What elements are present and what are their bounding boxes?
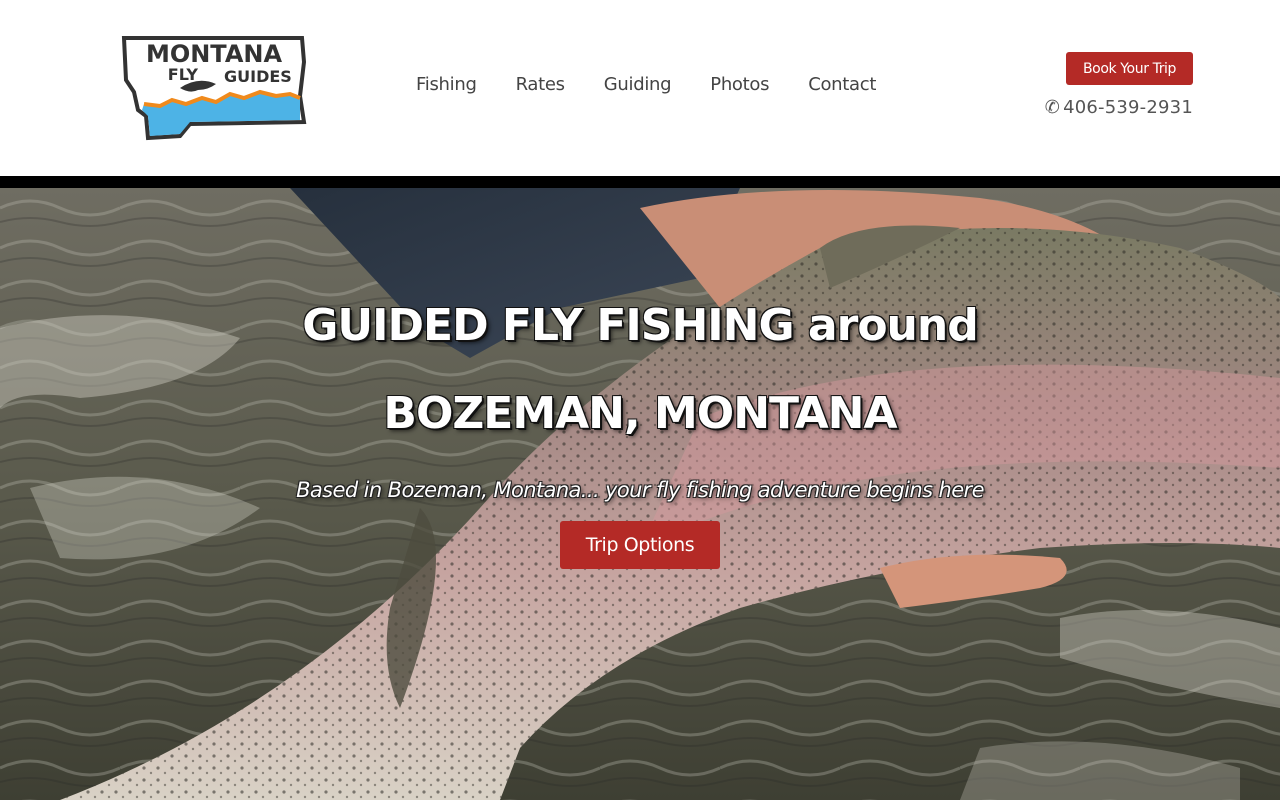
trip-options-button[interactable]: Trip Options: [560, 521, 720, 569]
hero-section: GUIDED FLY FISHING around BOZEMAN, MONTA…: [0, 188, 1280, 800]
site-logo[interactable]: MONTANA FLY GUIDES: [120, 32, 308, 142]
phone-number[interactable]: ✆ 406-539-2931: [1043, 97, 1193, 118]
nav-item-photos[interactable]: Photos: [710, 74, 769, 95]
hero-title-line-2: BOZEMAN, MONTANA: [383, 388, 897, 439]
nav-item-guiding[interactable]: Guiding: [604, 74, 672, 95]
hero-title-line-1: GUIDED FLY FISHING around: [302, 300, 978, 351]
nav-item-rates[interactable]: Rates: [516, 74, 565, 95]
nav-item-fishing[interactable]: Fishing: [416, 74, 477, 95]
montana-map-logo-icon: MONTANA FLY GUIDES: [121, 36, 307, 141]
header-divider: [0, 176, 1280, 188]
logo-text-fly: FLY: [168, 65, 199, 84]
book-your-trip-button[interactable]: Book Your Trip: [1066, 52, 1193, 85]
nav-item-contact[interactable]: Contact: [808, 74, 876, 95]
logo-text-montana: MONTANA: [146, 40, 283, 68]
phone-number-text: 406-539-2931: [1063, 97, 1193, 118]
phone-icon: ✆: [1044, 97, 1061, 118]
site-header: MONTANA FLY GUIDES Fishing Rates Guiding…: [0, 0, 1280, 176]
hero-subtitle: Based in Bozeman, Montana... your fly fi…: [296, 478, 984, 502]
logo-text-guides: GUIDES: [224, 67, 292, 86]
main-nav: Fishing Rates Guiding Photos Contact: [416, 74, 876, 95]
